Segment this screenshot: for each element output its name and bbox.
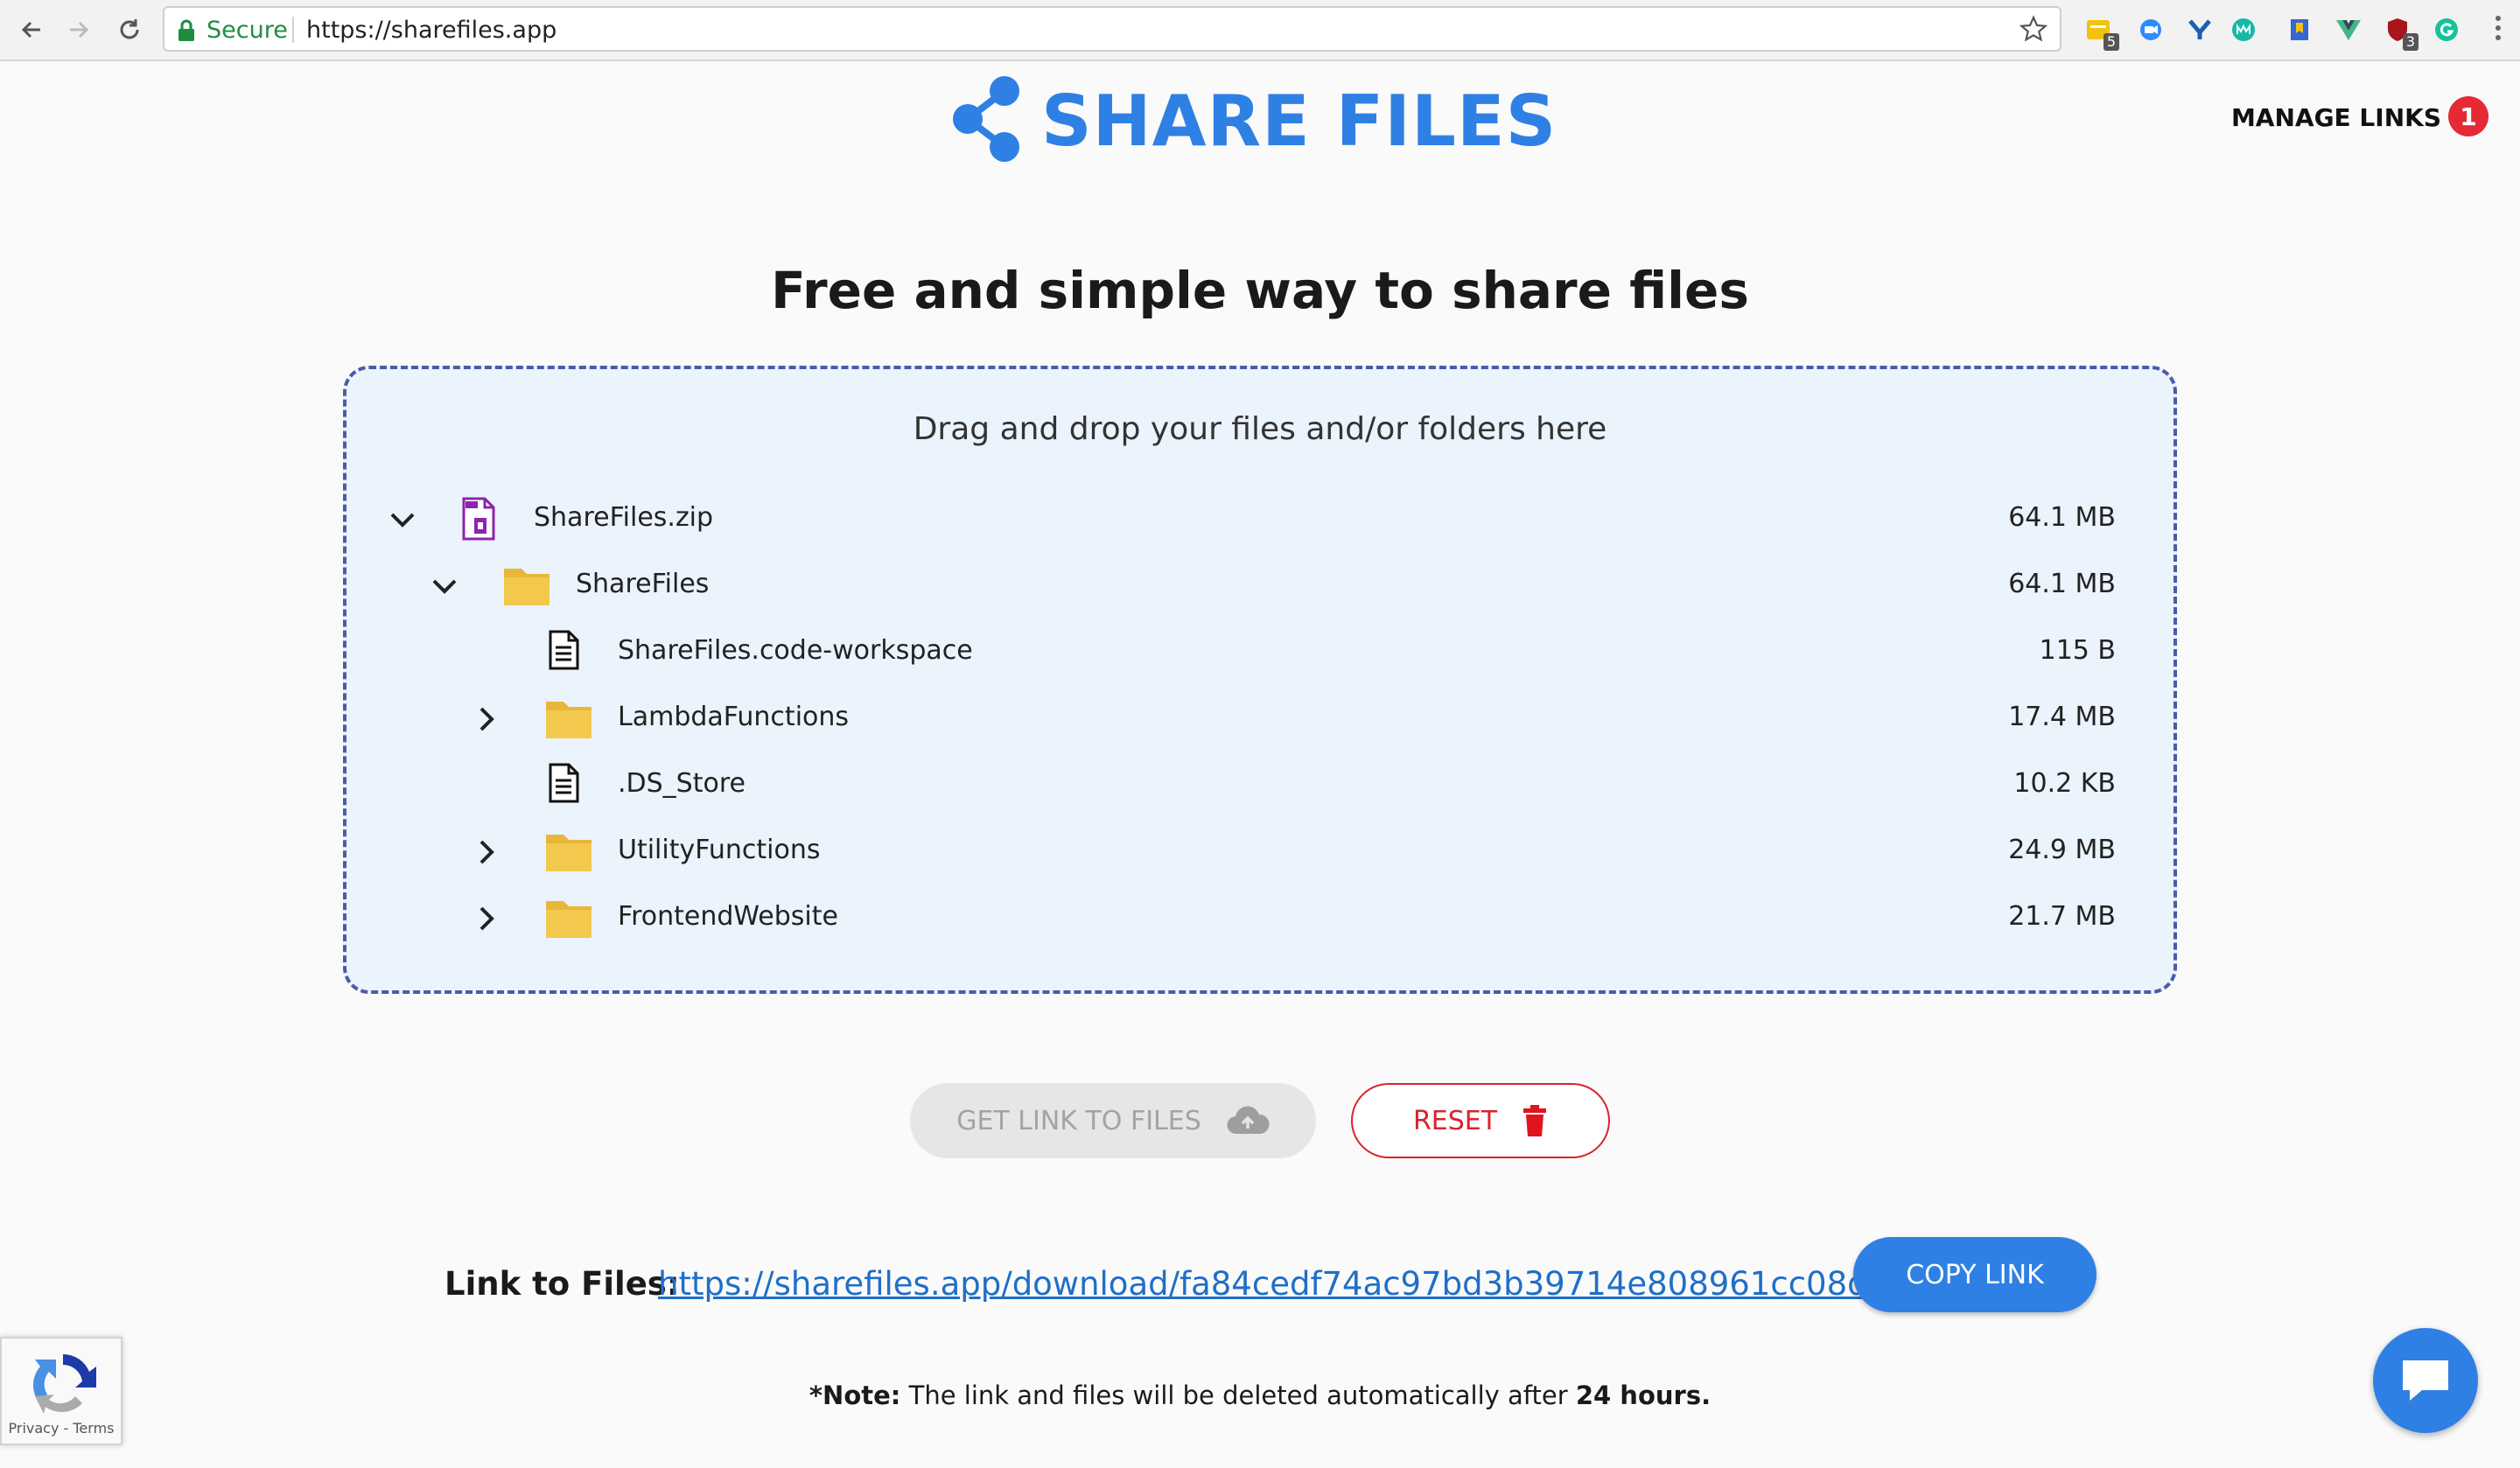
note-text: The link and files will be deleted autom…	[900, 1381, 1576, 1410]
cloud-upload-icon	[1227, 1106, 1270, 1135]
extension-badge: 3	[2402, 33, 2418, 51]
file-size: 64.1 MB	[2008, 569, 2116, 599]
extension-badge: 5	[2103, 33, 2119, 51]
shield-extension-icon[interactable]: 3	[2380, 12, 2418, 51]
file-row: ShareFiles.code-workspace 115 B	[346, 626, 2174, 679]
file-name: .DS_Store	[618, 768, 746, 799]
file-name: UtilityFunctions	[618, 835, 821, 865]
chat-widget-button[interactable]	[2373, 1328, 2478, 1433]
link-label: Link to Files:	[444, 1265, 680, 1303]
document-icon	[548, 630, 579, 674]
chevron-down-icon[interactable]	[427, 569, 462, 604]
file-size: 64.1 MB	[2008, 502, 2116, 533]
file-name: FrontendWebsite	[618, 901, 838, 932]
forward-icon[interactable]	[61, 12, 96, 47]
file-row: ShareFiles 64.1 MB	[346, 560, 2174, 612]
file-row: UtilityFunctions 24.9 MB	[346, 826, 2174, 878]
drop-hint: Drag and drop your files and/or folders …	[913, 411, 1607, 447]
url-text[interactable]: https://sharefiles.app	[306, 17, 556, 44]
vue-devtools-icon[interactable]	[2331, 12, 2366, 47]
document-icon	[548, 763, 579, 807]
chevron-down-icon[interactable]	[385, 502, 420, 537]
bookmark-extension-icon[interactable]	[2282, 12, 2317, 47]
m-extension-icon[interactable]	[2226, 12, 2261, 47]
chat-icon	[2403, 1360, 2448, 1401]
omnibox-separator	[292, 17, 294, 43]
copy-link-button[interactable]: COPY LINK	[1853, 1237, 2096, 1312]
reset-button[interactable]: RESET	[1351, 1083, 1610, 1158]
back-icon[interactable]	[14, 12, 49, 47]
note-hours: 24 hours.	[1575, 1381, 1712, 1410]
file-row: .DS_Store 10.2 KB	[346, 759, 2174, 812]
recaptcha-badge[interactable]: Privacy - Terms	[0, 1337, 122, 1445]
chevron-right-icon[interactable]	[469, 702, 504, 737]
zip-file-icon	[462, 497, 495, 544]
file-size: 10.2 KB	[2013, 768, 2116, 799]
secure-label: Secure	[206, 17, 288, 44]
video-extension-icon[interactable]	[2133, 12, 2168, 47]
file-size: 24.9 MB	[2008, 835, 2116, 865]
recaptcha-links[interactable]: Privacy - Terms	[2, 1420, 121, 1437]
lock-icon	[177, 19, 196, 45]
manage-links-badge[interactable]: 1	[2448, 96, 2488, 136]
folder-icon	[544, 698, 593, 744]
site-logo[interactable]: SHARE FILES	[950, 73, 1557, 168]
reset-label: RESET	[1412, 1105, 1498, 1136]
recaptcha-icon	[32, 1353, 96, 1414]
chevron-right-icon[interactable]	[469, 835, 504, 870]
address-bar[interactable]: Secure https://sharefiles.app	[163, 6, 2062, 52]
file-size: 21.7 MB	[2008, 901, 2116, 932]
reload-icon[interactable]	[112, 12, 147, 47]
file-row: FrontendWebsite 21.7 MB	[346, 892, 2174, 945]
share-link[interactable]: https://sharefiles.app/download/fa84cedf…	[658, 1265, 1970, 1303]
browser-menu-icon[interactable]	[2496, 16, 2501, 45]
file-size: 17.4 MB	[2008, 702, 2116, 732]
file-row: LambdaFunctions 17.4 MB	[346, 693, 2174, 745]
note-prefix: *Note:	[808, 1381, 901, 1410]
file-name: LambdaFunctions	[618, 702, 850, 732]
logo-text: SHARE FILES	[1041, 80, 1558, 162]
get-link-button[interactable]: GET LINK TO FILES	[910, 1083, 1316, 1158]
folder-icon	[544, 831, 593, 877]
grammarly-icon[interactable]	[2429, 12, 2464, 47]
file-drop-zone[interactable]: Drag and drop your files and/or folders …	[343, 366, 2177, 994]
file-row: ShareFiles.zip 64.1 MB	[346, 493, 2174, 546]
trash-icon	[1523, 1105, 1547, 1136]
get-link-label: GET LINK TO FILES	[956, 1105, 1201, 1136]
page-headline: Free and simple way to share files	[771, 261, 1749, 320]
folder-icon	[544, 898, 593, 943]
file-name: ShareFiles.zip	[534, 502, 714, 533]
folder-icon	[502, 565, 551, 611]
file-name: ShareFiles	[576, 569, 710, 599]
deletion-note: *Note: The link and files will be delete…	[0, 1381, 2520, 1410]
manage-links-button[interactable]: MANAGE LINKS	[2231, 103, 2441, 132]
notes-extension-icon[interactable]: 5	[2081, 12, 2119, 51]
share-icon	[950, 73, 1026, 168]
file-name: ShareFiles.code-workspace	[618, 635, 973, 666]
bookmark-star-icon[interactable]	[2019, 15, 2048, 46]
file-size: 115 B	[2039, 635, 2116, 666]
y-extension-icon[interactable]	[2182, 12, 2217, 47]
chevron-right-icon[interactable]	[469, 901, 504, 936]
browser-toolbar: Secure https://sharefiles.app 5 3	[0, 0, 2520, 61]
